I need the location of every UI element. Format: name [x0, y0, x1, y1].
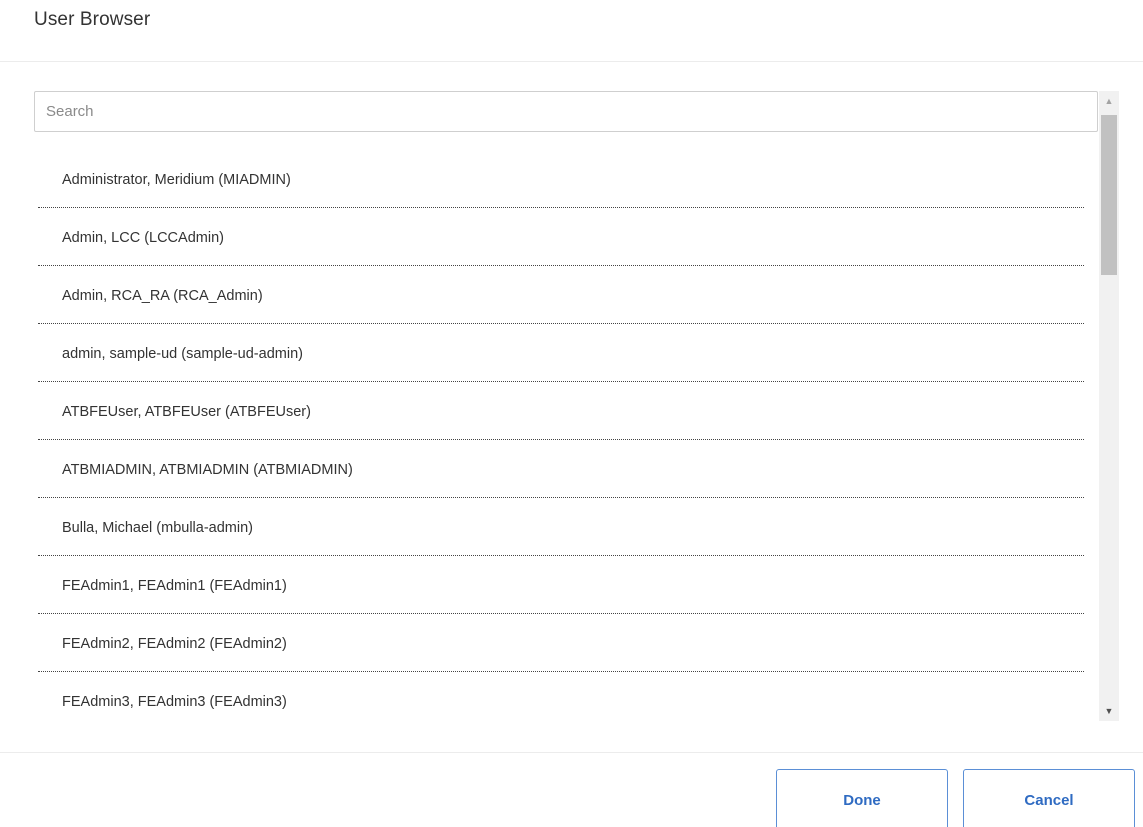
list-item-label: admin, sample-ud (sample-ud-admin) — [62, 346, 303, 362]
list-item-label: ATBMIADMIN, ATBMIADMIN (ATBMIADMIN) — [62, 462, 353, 478]
cancel-button[interactable]: Cancel — [963, 769, 1135, 827]
list-item-label: Bulla, Michael (mbulla-admin) — [62, 520, 253, 536]
list-scrollbar[interactable]: ▲ ▼ — [1099, 91, 1119, 721]
list-item-label: FEAdmin1, FEAdmin1 (FEAdmin1) — [62, 578, 287, 594]
list-item-label: ATBFEUser, ATBFEUser (ATBFEUser) — [62, 404, 311, 420]
list-item-label: Admin, LCC (LCCAdmin) — [62, 230, 224, 246]
list-item[interactable]: admin, sample-ud (sample-ud-admin) — [38, 324, 1084, 382]
list-item[interactable]: Admin, RCA_RA (RCA_Admin) — [38, 266, 1084, 324]
dialog-footer: Done Cancel — [0, 752, 1143, 827]
list-item-label: FEAdmin2, FEAdmin2 (FEAdmin2) — [62, 636, 287, 652]
dialog-title: User Browser — [34, 9, 151, 30]
user-list: Administrator, Meridium (MIADMIN) Admin,… — [38, 150, 1084, 720]
list-item-label: Administrator, Meridium (MIADMIN) — [62, 172, 291, 188]
scrollbar-thumb[interactable] — [1101, 115, 1117, 275]
list-item-label: FEAdmin3, FEAdmin3 (FEAdmin3) — [62, 694, 287, 710]
triangle-up-icon[interactable]: ▲ — [1099, 91, 1119, 111]
dialog-header: User Browser — [0, 0, 1143, 62]
triangle-down-icon[interactable]: ▼ — [1099, 701, 1119, 721]
list-item[interactable]: ATBFEUser, ATBFEUser (ATBFEUser) — [38, 382, 1084, 440]
list-item[interactable]: Administrator, Meridium (MIADMIN) — [38, 150, 1084, 208]
list-item[interactable]: ATBMIADMIN, ATBMIADMIN (ATBMIADMIN) — [38, 440, 1084, 498]
list-item[interactable]: Bulla, Michael (mbulla-admin) — [38, 498, 1084, 556]
list-item[interactable]: FEAdmin1, FEAdmin1 (FEAdmin1) — [38, 556, 1084, 614]
list-item[interactable]: FEAdmin3, FEAdmin3 (FEAdmin3) — [38, 672, 1084, 720]
search-input[interactable] — [34, 91, 1098, 132]
list-item[interactable]: FEAdmin2, FEAdmin2 (FEAdmin2) — [38, 614, 1084, 672]
user-browser-dialog: User Browser Administrator, Meridium (MI… — [0, 0, 1143, 827]
list-item-label: Admin, RCA_RA (RCA_Admin) — [62, 288, 263, 304]
list-item[interactable]: Admin, LCC (LCCAdmin) — [38, 208, 1084, 266]
done-button[interactable]: Done — [776, 769, 948, 827]
